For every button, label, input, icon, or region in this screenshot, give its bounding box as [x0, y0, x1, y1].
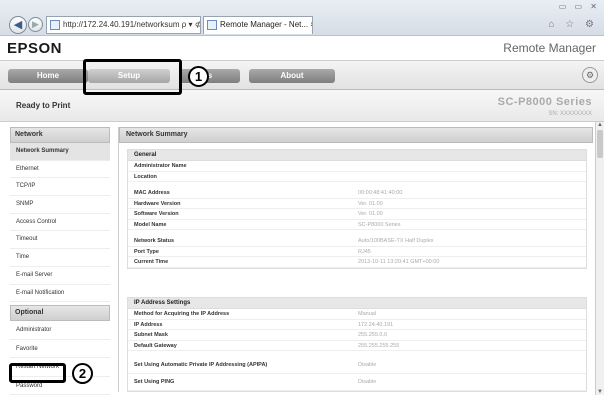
table-row: Location [128, 172, 586, 182]
sidebar-heading-network: Network [10, 127, 110, 143]
app-title: Remote Manager [503, 41, 596, 55]
sidebar-item-network-summary[interactable]: Network Summary [10, 143, 110, 161]
scroll-down-icon[interactable]: ▼ [596, 389, 604, 395]
table-row: Administrator Name [128, 161, 586, 172]
table-row: Model Name SC-P8000 Series [128, 220, 586, 230]
sidebar-item-snmp[interactable]: SNMP [10, 196, 110, 214]
model-name: SC-P8000 Series [497, 96, 592, 108]
table-row: Set Using PING Disable [128, 374, 586, 391]
section-heading-ip: IP Address Settings [128, 298, 586, 309]
table-row: Subnet Mask 255.255.0.0 [128, 330, 586, 341]
table-row: Method for Acquiring the IP Address Manua… [128, 309, 586, 320]
sidebar-item-tcpip[interactable]: TCP/IP [10, 178, 110, 197]
callout-highlight-setup-tab [83, 59, 182, 95]
app-header: EPSON Remote Manager [0, 36, 604, 60]
sidebar-item-access-control[interactable]: Access Control [10, 214, 110, 232]
browser-toolbar: ◀ ▶ http://172.24.40.191/networksum ρ ▾ … [0, 0, 604, 36]
sidebar-item-favorite[interactable]: Favorite [10, 340, 110, 359]
summary-table-ip: IP Address Settings Method for Acquiring… [127, 297, 587, 392]
callout-number-2: 2 [72, 363, 93, 384]
section-heading-general: General [128, 150, 586, 161]
scroll-thumb[interactable] [597, 130, 603, 158]
page-icon [50, 20, 60, 30]
table-row: Software Version Ver. 01.00 [128, 209, 586, 220]
address-bar[interactable]: http://172.24.40.191/networksum ρ ▾ ⊄ ✕ [46, 16, 201, 34]
address-controls[interactable]: ρ ▾ ⊄ ✕ [182, 20, 200, 29]
scroll-up-icon[interactable]: ▲ [596, 122, 604, 128]
sidebar-heading-optional: Optional [10, 305, 110, 322]
sidebar-item-ethernet[interactable]: Ethernet [10, 161, 110, 179]
sidebar: Network Network Summary Ethernet TCP/IP … [10, 127, 110, 396]
sidebar-item-administrator[interactable]: Administrator [10, 321, 110, 340]
table-row: Network Status Auto/100BASE-TX Half Duple… [128, 236, 586, 247]
printer-status: Ready to Print [16, 101, 71, 110]
table-row: Default Gateway 255.255.255.255 [128, 341, 586, 351]
tab-page-icon [207, 20, 217, 30]
epson-logo: EPSON [7, 40, 63, 57]
table-row: Current Time 2013-10-11 13:20:41 GMT+00:0… [128, 257, 586, 268]
settings-icon[interactable]: ⚙ [582, 67, 598, 83]
model-subtext: SN: XXXXXXXX [548, 111, 592, 117]
main-panel: Network Summary General Administrator Na… [118, 127, 593, 392]
page-title: Network Summary [119, 127, 593, 143]
page-scrollbar[interactable]: ▲ ▼ [595, 122, 604, 395]
summary-table-general: General Administrator Name Location MAC … [127, 149, 587, 269]
back-button[interactable]: ◀ [9, 16, 27, 34]
sidebar-item-timeout[interactable]: Timeout [10, 231, 110, 250]
sidebar-item-time[interactable]: Time [10, 249, 110, 267]
sidebar-item-email-server[interactable]: E-mail Server [10, 267, 110, 285]
table-row: Hardware Version Ver. 01.00 [128, 199, 586, 209]
browser-tab[interactable]: Remote Manager - Net... × [203, 16, 313, 34]
tab-about[interactable]: About [249, 69, 335, 83]
callout-highlight-password [9, 363, 66, 383]
sidebar-item-email-notification[interactable]: E-mail Notification [10, 285, 110, 303]
callout-number-1: 1 [188, 66, 209, 87]
table-row: Port Type RJ45 [128, 247, 586, 257]
table-row: Set Using Automatic Private IP Addressin… [128, 357, 586, 374]
browser-toolbar-icons[interactable]: ⌂ ☆ ⚙ [548, 19, 598, 30]
tab-home[interactable]: Home [8, 69, 88, 83]
table-row: IP Address 172.24.40.191 [128, 320, 586, 330]
forward-button[interactable]: ▶ [28, 17, 43, 32]
table-row: MAC Address 00:00:48:41:40:00 [128, 188, 586, 199]
address-text: http://172.24.40.191/networksum [63, 20, 180, 29]
window-controls[interactable]: ▭ ▭ ✕ [559, 2, 600, 11]
browser-tab-title: Remote Manager - Net... [220, 20, 309, 29]
browser-tab-close-icon[interactable]: × [310, 20, 312, 29]
